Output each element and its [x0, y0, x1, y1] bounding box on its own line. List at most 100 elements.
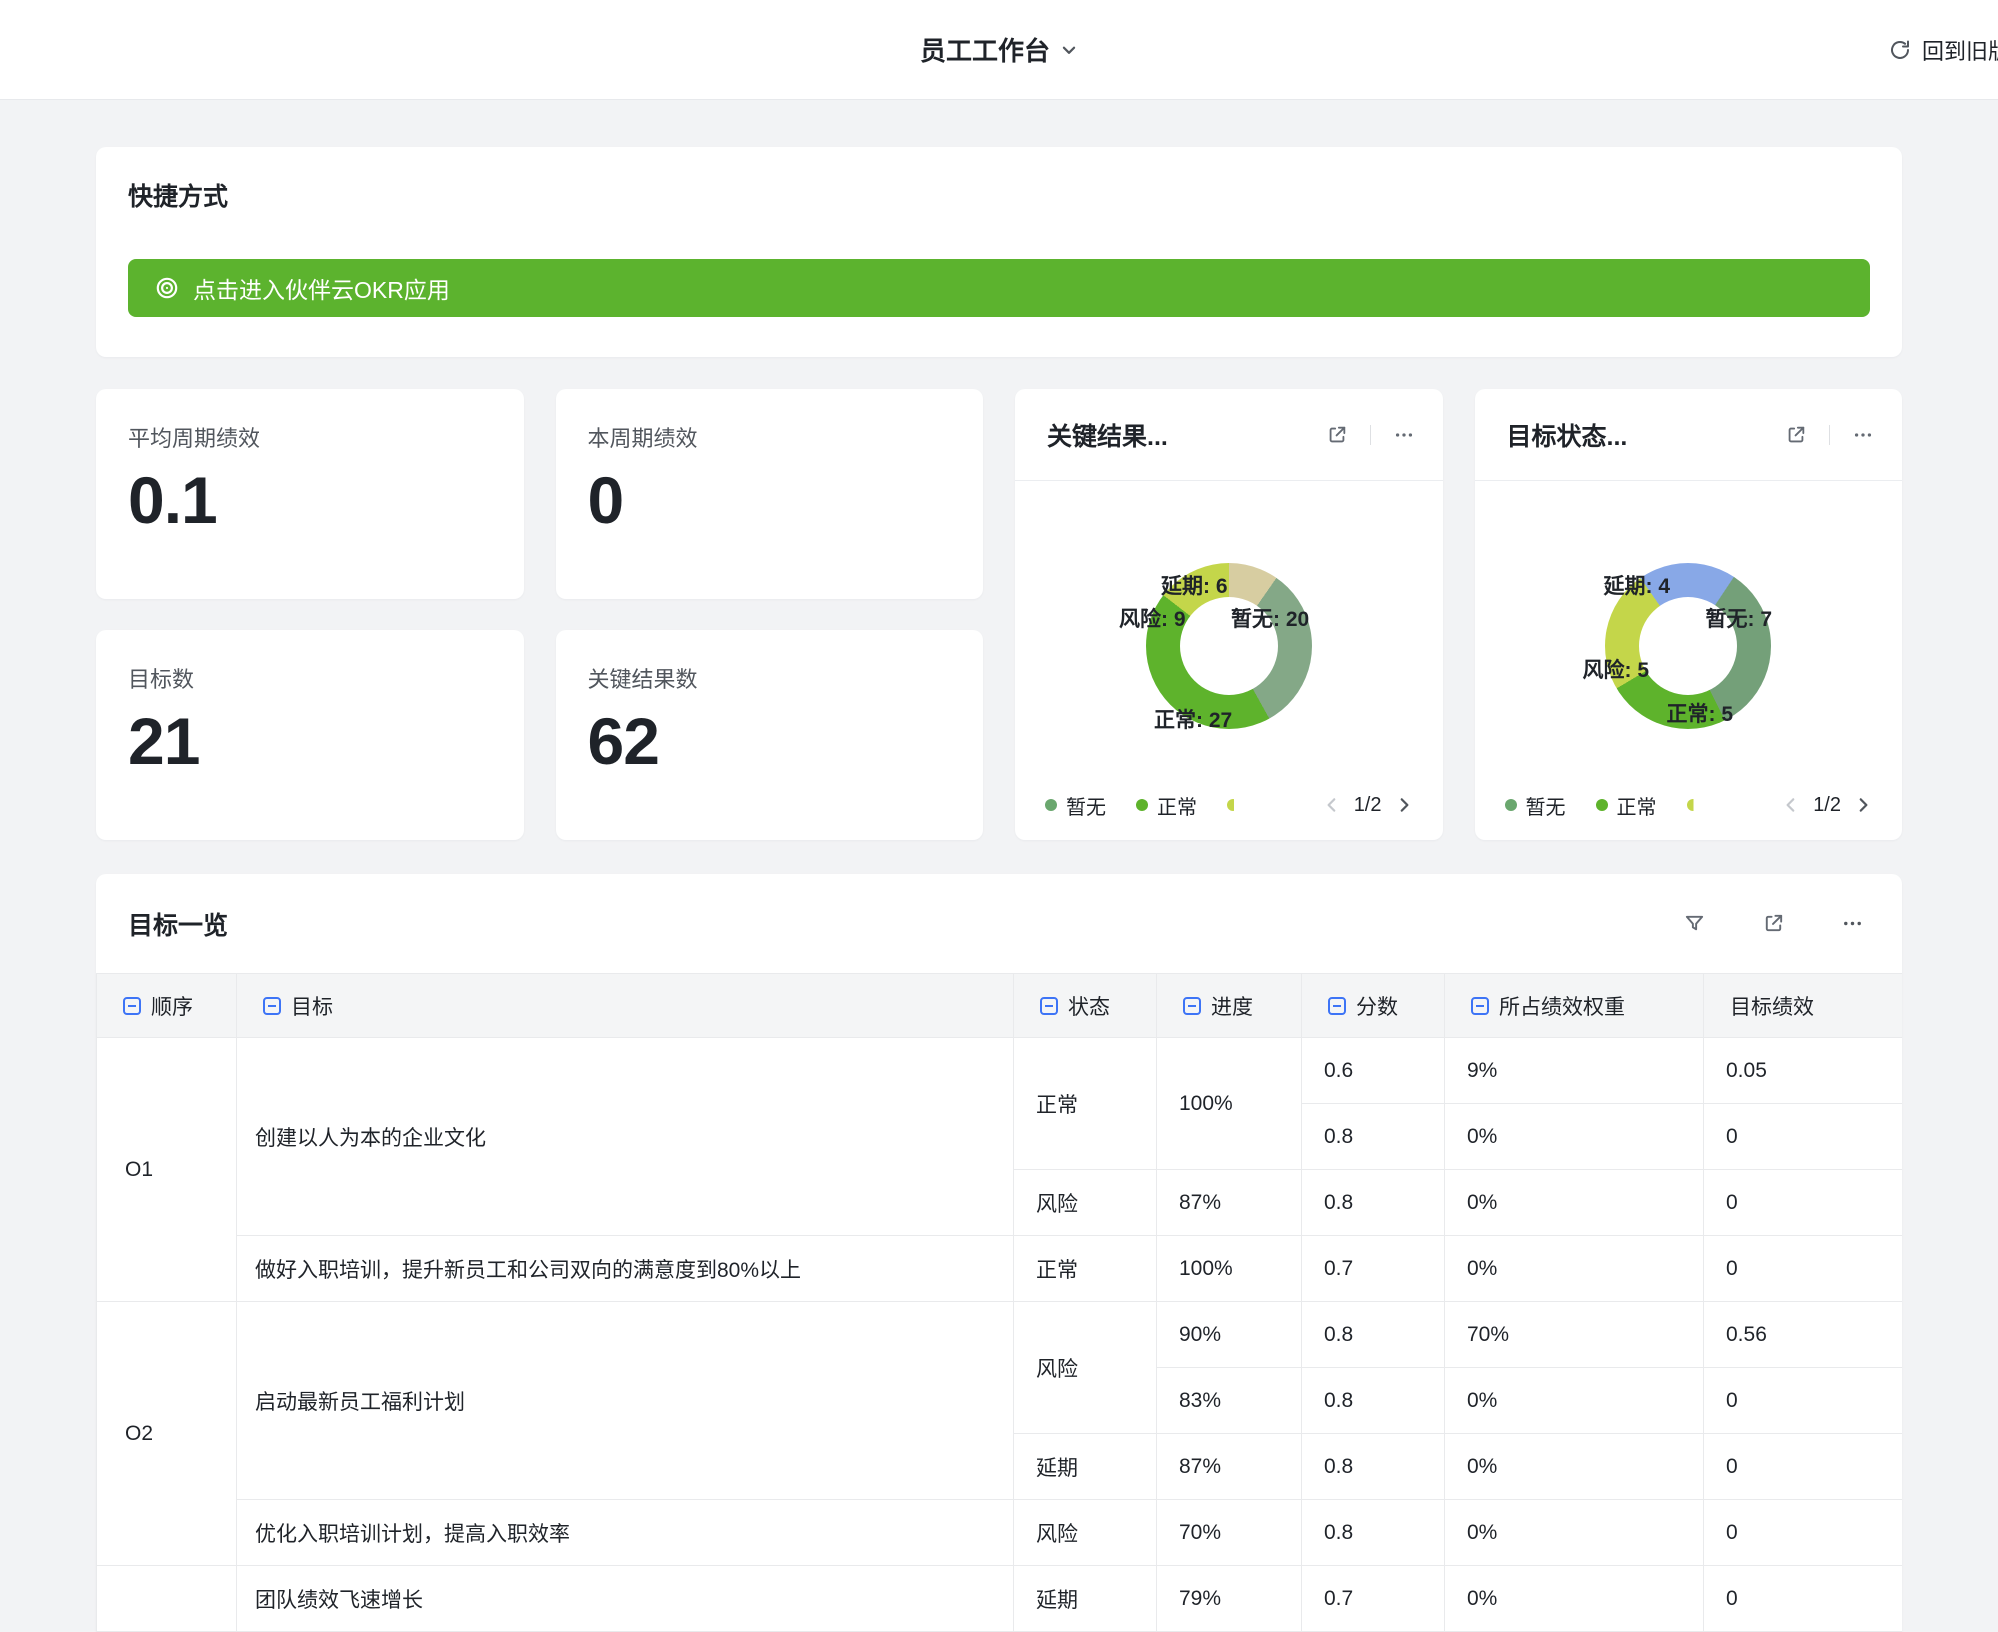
chart-actions	[1785, 424, 1874, 446]
filter-icon[interactable]	[1683, 912, 1706, 935]
legend-label: 正常	[1157, 791, 1197, 820]
objectives-card-header: 目标一览	[96, 874, 1902, 973]
status-cell: 正常	[1014, 1236, 1157, 1302]
open-in-new-icon[interactable]	[1326, 424, 1348, 446]
open-in-new-icon[interactable]	[1785, 424, 1807, 446]
collapse-column-icon[interactable]	[1471, 997, 1489, 1015]
collapse-column-icon[interactable]	[1183, 997, 1201, 1015]
okr-app-button[interactable]: 点击进入伙伴云OKR应用	[128, 259, 1870, 317]
weight-cell: 0%	[1445, 1170, 1704, 1236]
collapse-column-icon[interactable]	[1328, 997, 1346, 1015]
status-cell: 风险	[1014, 1500, 1157, 1566]
collapse-column-icon[interactable]	[263, 997, 281, 1015]
legend-item-partial[interactable]	[1227, 799, 1239, 811]
score-cell: 0.8	[1302, 1434, 1445, 1500]
score-cell: 0.7	[1302, 1236, 1445, 1302]
status-cell: 延期	[1014, 1566, 1157, 1632]
weight-cell: 0%	[1445, 1236, 1704, 1302]
donut-label-risk: 风险: 5	[1583, 654, 1650, 684]
table-row: 优化入职培训计划，提高入职效率 风险 70% 0.8 0% 0	[97, 1500, 1903, 1566]
legend-item-none[interactable]: 暂无	[1505, 791, 1566, 820]
chart-pager: 1/2	[1323, 794, 1413, 817]
col-header-label: 所占绩效权重	[1499, 991, 1625, 1021]
performance-cell: 0	[1704, 1434, 1903, 1500]
legend-dot	[1136, 799, 1148, 811]
stat-value: 0.1	[128, 467, 492, 533]
score-cell: 0.7	[1302, 1566, 1445, 1632]
weight-cell: 0%	[1445, 1434, 1704, 1500]
page-title: 员工工作台	[920, 31, 1050, 68]
donut-label-none: 暂无: 20	[1231, 603, 1309, 633]
status-cell: 正常	[1014, 1038, 1157, 1170]
table-header-row: 顺序 目标 状态 进度 分数 所占绩效权重 目标绩效	[97, 974, 1903, 1038]
performance-cell: 0	[1704, 1236, 1903, 1302]
back-to-old-version-link[interactable]: 回到旧版	[1888, 34, 1998, 66]
legend-item-none[interactable]: 暂无	[1045, 791, 1106, 820]
stats-grid: 平均周期绩效 0.1 本周期绩效 0 关键结果...	[96, 389, 1902, 840]
stat-label: 本周期绩效	[588, 421, 952, 453]
stat-label: 目标数	[128, 662, 492, 694]
collapse-column-icon[interactable]	[123, 997, 141, 1015]
prev-page-icon[interactable]	[1782, 796, 1800, 814]
performance-cell: 0	[1704, 1566, 1903, 1632]
progress-cell: 70%	[1157, 1500, 1302, 1566]
score-cell: 0.8	[1302, 1368, 1445, 1434]
col-header-weight: 所占绩效权重	[1445, 974, 1704, 1038]
shortcuts-card: 快捷方式 点击进入伙伴云OKR应用	[96, 147, 1902, 357]
performance-cell: 0	[1704, 1104, 1903, 1170]
weight-cell: 0%	[1445, 1566, 1704, 1632]
donut-chart-area: 延期: 6 风险: 9 暂无: 20 正常: 27	[1015, 481, 1443, 780]
status-cell: 风险	[1014, 1170, 1157, 1236]
stat-label: 关键结果数	[588, 662, 952, 694]
col-header-status: 状态	[1014, 974, 1157, 1038]
objectives-card: 目标一览 顺序 目标	[96, 874, 1902, 1632]
progress-cell: 90%	[1157, 1302, 1302, 1368]
stat-card-key-result-count: 关键结果数 62	[556, 630, 984, 840]
next-page-icon[interactable]	[1395, 796, 1413, 814]
collapse-column-icon[interactable]	[1040, 997, 1058, 1015]
prev-page-icon[interactable]	[1323, 796, 1341, 814]
okr-app-button-label: 点击进入伙伴云OKR应用	[193, 271, 450, 305]
more-icon[interactable]	[1393, 424, 1415, 446]
divider	[1829, 425, 1830, 445]
more-icon[interactable]	[1852, 424, 1874, 446]
objectives-title: 目标一览	[128, 906, 228, 942]
objective-cell: 做好入职培训，提升新员工和公司双向的满意度到80%以上	[237, 1236, 1014, 1302]
table-row: O1 创建以人为本的企业文化 正常 100% 0.6 9% 0.05	[97, 1038, 1903, 1104]
legend-label: 正常	[1617, 791, 1657, 820]
objective-cell: 团队绩效飞速增长	[237, 1566, 1014, 1632]
legend-dot	[1505, 799, 1517, 811]
progress-cell: 100%	[1157, 1038, 1302, 1170]
score-cell: 0.8	[1302, 1500, 1445, 1566]
donut-label-late: 延期: 4	[1604, 570, 1671, 600]
stat-value: 0	[588, 467, 952, 533]
col-header-label: 状态	[1068, 991, 1110, 1021]
legend-item-partial[interactable]	[1687, 799, 1699, 811]
legend-label: 暂无	[1066, 791, 1106, 820]
progress-cell: 100%	[1157, 1236, 1302, 1302]
main-content: 快捷方式 点击进入伙伴云OKR应用 平均周期绩效 0.1 本周期绩效 0 关键结…	[0, 100, 1998, 1632]
chart-title: 关键结果...	[1047, 417, 1168, 453]
more-icon[interactable]	[1841, 912, 1864, 935]
performance-cell: 0	[1704, 1170, 1903, 1236]
shortcuts-title: 快捷方式	[128, 181, 1870, 213]
stat-value: 21	[128, 708, 492, 774]
open-in-new-icon[interactable]	[1762, 912, 1785, 935]
stat-card-avg-cycle-performance: 平均周期绩效 0.1	[96, 389, 524, 599]
next-page-icon[interactable]	[1854, 796, 1872, 814]
table-row: 做好入职培训，提升新员工和公司双向的满意度到80%以上 正常 100% 0.7 …	[97, 1236, 1903, 1302]
objective-cell: 优化入职培训计划，提高入职效率	[237, 1500, 1014, 1566]
legend-item-normal[interactable]: 正常	[1596, 791, 1657, 820]
donut-label-late: 延期: 6	[1161, 570, 1228, 600]
chart-legend: 暂无 正常	[1505, 791, 1699, 820]
stat-card-objective-count: 目标数 21	[96, 630, 524, 840]
objective-cell: 创建以人为本的企业文化	[237, 1038, 1014, 1236]
key-result-status-card: 关键结果... 延期: 6 风险: 9 暂无: 20 正常: 27	[1015, 389, 1443, 840]
table-row: 团队绩效飞速增长 延期 79% 0.7 0% 0	[97, 1566, 1903, 1632]
workspace-switcher[interactable]: 员工工作台	[920, 31, 1078, 68]
performance-cell: 0	[1704, 1368, 1903, 1434]
objectives-table: 顺序 目标 状态 进度 分数 所占绩效权重 目标绩效 O1 创建以人为本的企业文…	[96, 973, 1902, 1632]
legend-item-normal[interactable]: 正常	[1136, 791, 1197, 820]
score-cell: 0.6	[1302, 1038, 1445, 1104]
legend-dot	[1687, 799, 1699, 811]
